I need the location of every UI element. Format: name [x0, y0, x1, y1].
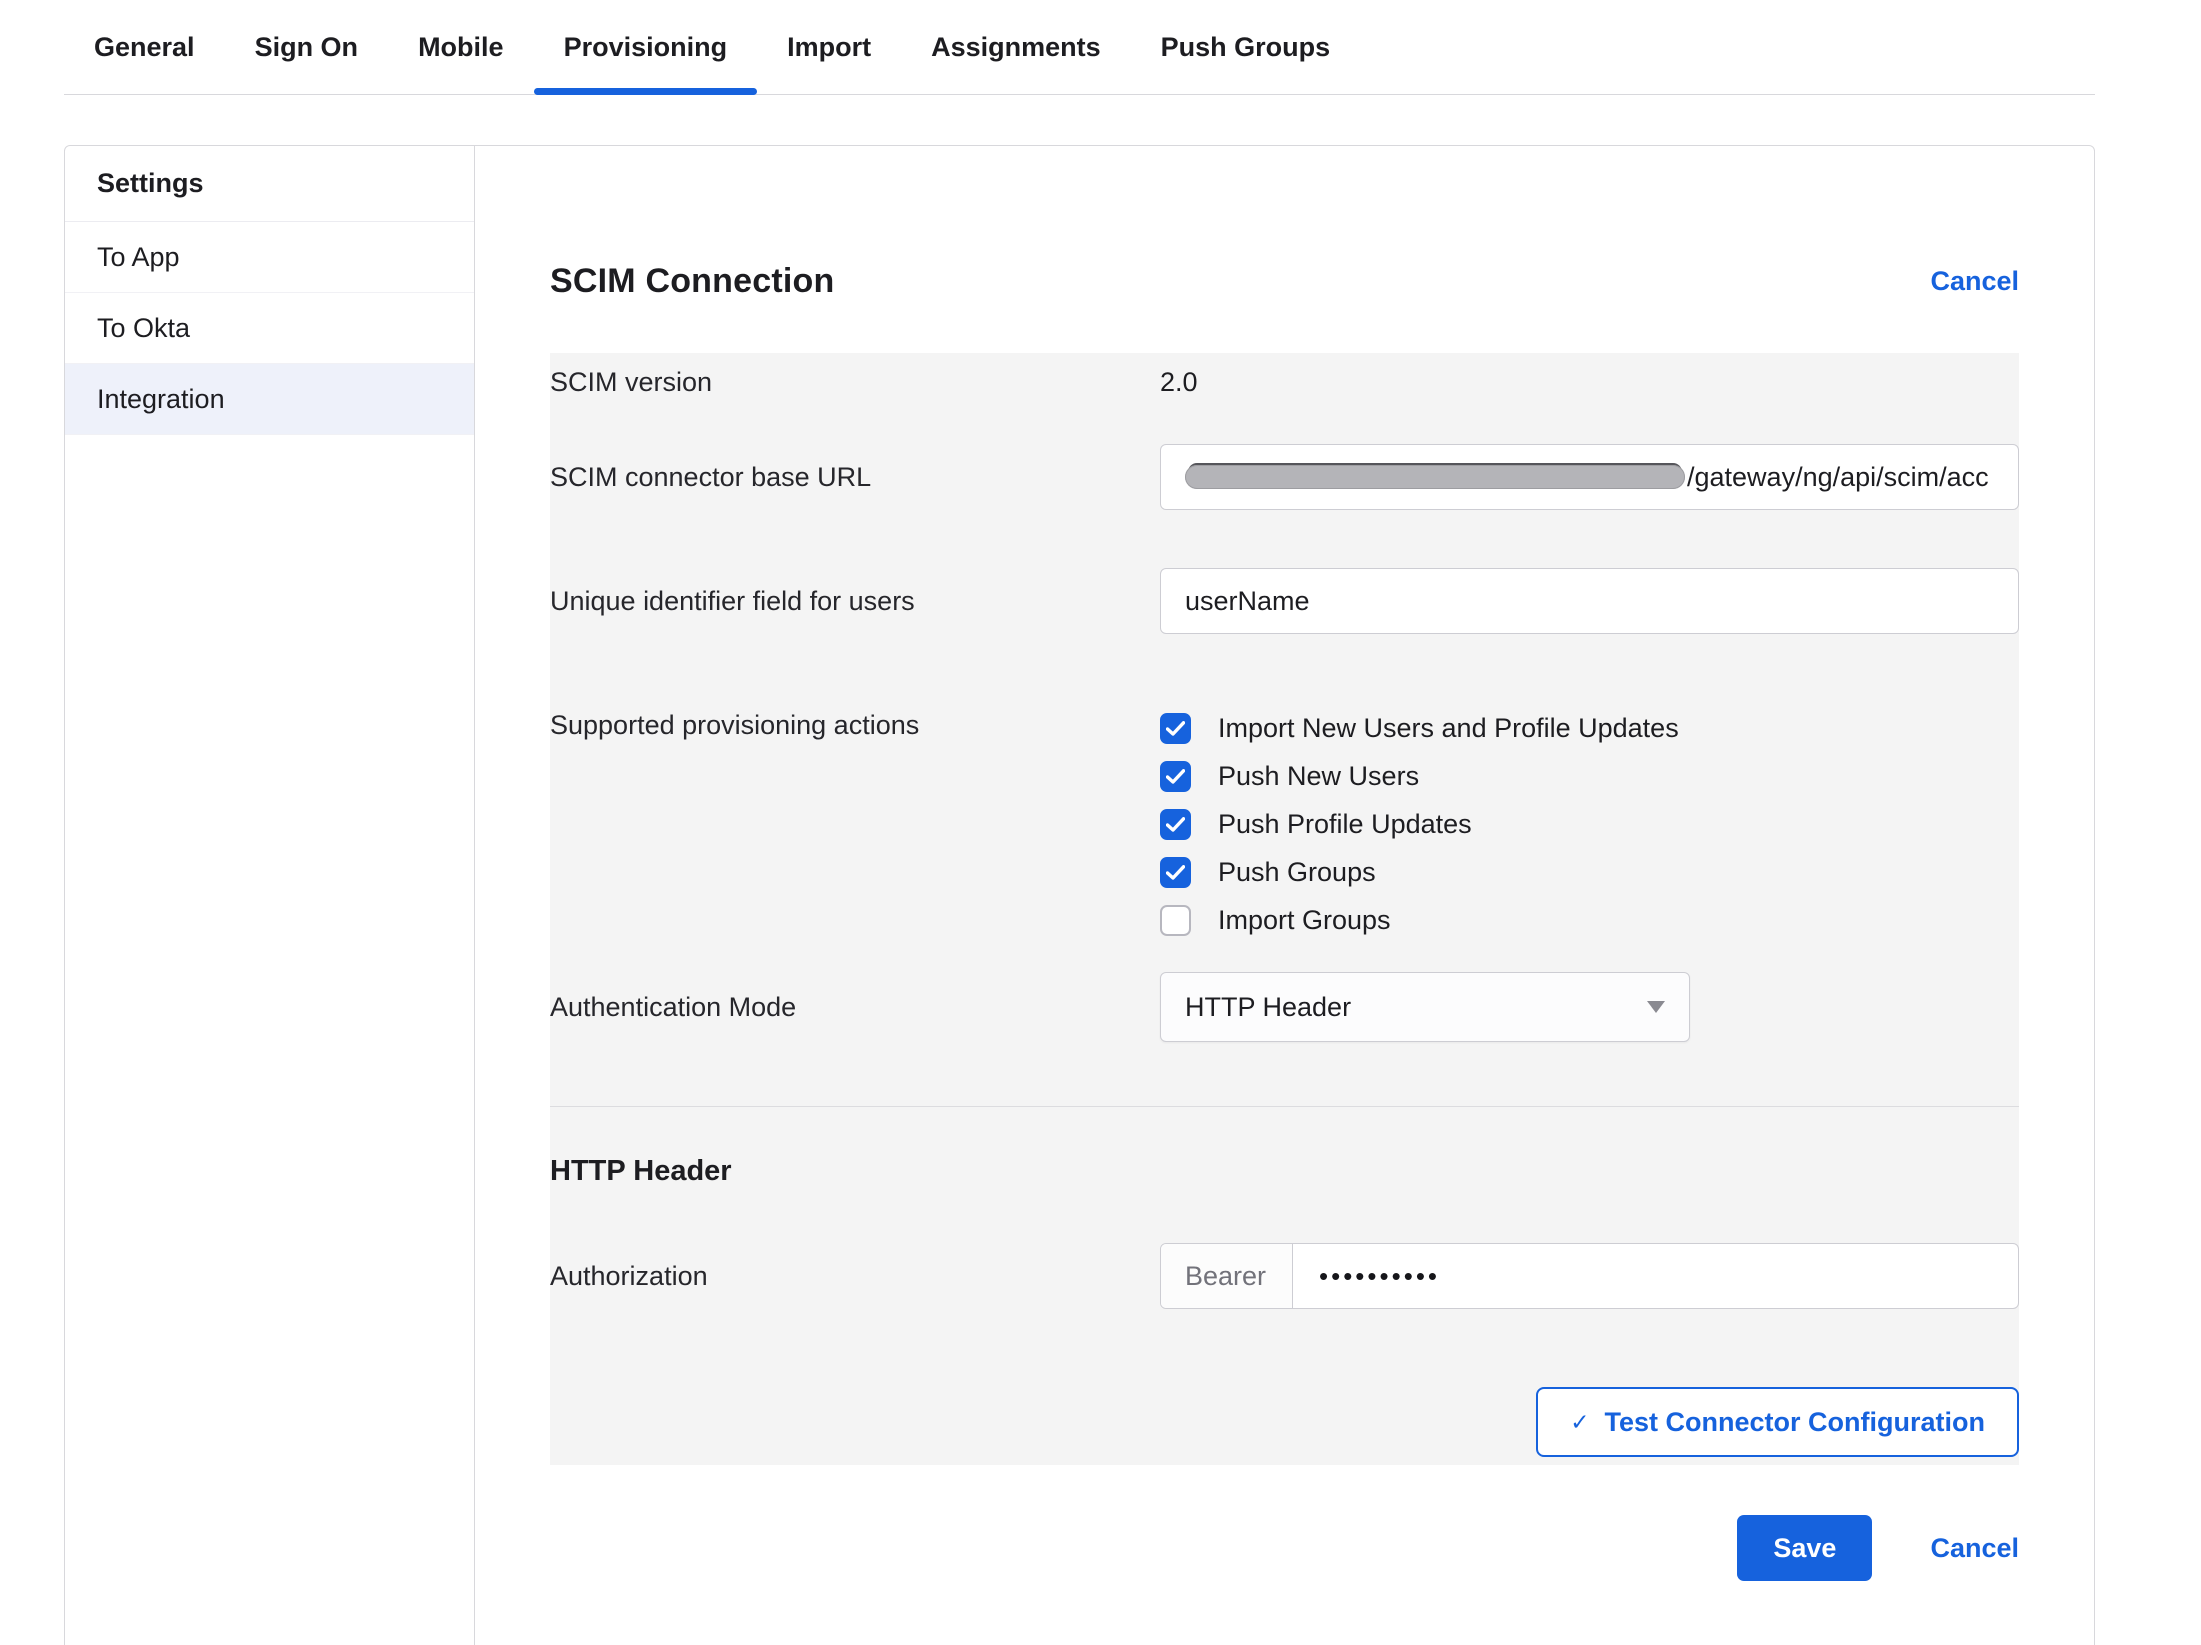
action-push-profile-updates-label: Push Profile Updates	[1218, 809, 1472, 840]
authentication-mode-select[interactable]: HTTP Header	[1160, 972, 1690, 1042]
checkbox-checked-icon[interactable]	[1160, 809, 1191, 840]
tab-sign-on-label: Sign On	[255, 32, 359, 63]
authorization-input-group: Bearer ••••••••••	[1160, 1243, 2019, 1309]
tab-provisioning[interactable]: Provisioning	[534, 0, 758, 94]
action-push-new-users-label: Push New Users	[1218, 761, 1419, 792]
redaction-bar	[1185, 465, 1685, 489]
authorization-row: Authorization Bearer ••••••••••	[550, 1243, 2019, 1309]
main-header: SCIM Connection Cancel	[550, 262, 2019, 301]
tab-assignments[interactable]: Assignments	[901, 0, 1131, 94]
scim-connection-main: SCIM Connection Cancel SCIM version 2.0 …	[475, 146, 2094, 1645]
tab-mobile[interactable]: Mobile	[388, 0, 534, 94]
settings-sidebar: Settings To App To Okta Integration	[65, 146, 475, 1645]
action-push-groups[interactable]: Push Groups	[1160, 848, 1679, 896]
header-cancel-link[interactable]: Cancel	[1930, 266, 2019, 297]
action-import-groups[interactable]: Import Groups	[1160, 896, 1679, 944]
sidebar-item-to-okta[interactable]: To Okta	[65, 293, 474, 364]
sidebar-item-to-okta-label: To Okta	[97, 313, 190, 344]
tab-mobile-label: Mobile	[418, 32, 504, 63]
scim-version-value: 2.0	[1160, 367, 1198, 398]
sidebar-item-to-app[interactable]: To App	[65, 222, 474, 293]
sidebar-item-to-app-label: To App	[97, 242, 180, 273]
sidebar-item-integration-label: Integration	[97, 384, 225, 415]
tab-general[interactable]: General	[64, 0, 225, 94]
sidebar-item-integration[interactable]: Integration	[65, 364, 474, 435]
authorization-prefix: Bearer	[1161, 1244, 1293, 1308]
page-title: SCIM Connection	[550, 262, 834, 301]
unique-identifier-row: Unique identifier field for users userNa…	[550, 568, 2019, 634]
tab-import[interactable]: Import	[757, 0, 901, 94]
base-url-input[interactable]: /gateway/ng/api/scim/acc	[1160, 444, 2019, 510]
action-push-profile-updates[interactable]: Push Profile Updates	[1160, 800, 1679, 848]
http-header-section-title: HTTP Header	[550, 1155, 2019, 1188]
checkbox-checked-icon[interactable]	[1160, 761, 1191, 792]
app-tab-bar: General Sign On Mobile Provisioning Impo…	[64, 0, 2095, 95]
authentication-mode-row: Authentication Mode HTTP Header	[550, 972, 2019, 1042]
base-url-row: SCIM connector base URL /gateway/ng/api/…	[550, 444, 2019, 510]
test-connector-configuration-label: Test Connector Configuration	[1605, 1407, 1985, 1438]
chevron-down-icon	[1647, 1001, 1665, 1013]
scim-settings-panel: SCIM version 2.0 SCIM connector base URL…	[550, 353, 2019, 1465]
tab-push-groups-label: Push Groups	[1161, 32, 1331, 63]
footer-cancel-link[interactable]: Cancel	[1930, 1533, 2019, 1564]
tab-import-label: Import	[787, 32, 871, 63]
authorization-label: Authorization	[550, 1261, 1160, 1292]
checkbox-checked-icon[interactable]	[1160, 857, 1191, 888]
tab-provisioning-label: Provisioning	[564, 32, 728, 63]
checkbox-unchecked-icon[interactable]	[1160, 905, 1191, 936]
authentication-mode-value: HTTP Header	[1185, 992, 1351, 1023]
sidebar-title: Settings	[65, 146, 474, 222]
form-footer: Save Cancel	[550, 1515, 2019, 1581]
test-connector-configuration-button[interactable]: ✓ Test Connector Configuration	[1536, 1387, 2019, 1457]
base-url-label: SCIM connector base URL	[550, 462, 1160, 493]
tab-push-groups[interactable]: Push Groups	[1131, 0, 1361, 94]
check-icon: ✓	[1570, 1409, 1589, 1436]
action-import-new-users-label: Import New Users and Profile Updates	[1218, 713, 1679, 744]
unique-identifier-value: userName	[1185, 586, 1310, 617]
section-divider	[550, 1106, 2019, 1107]
save-button[interactable]: Save	[1737, 1515, 1872, 1581]
base-url-visible-suffix: /gateway/ng/api/scim/acc	[1687, 462, 1989, 493]
unique-identifier-input[interactable]: userName	[1160, 568, 2019, 634]
unique-identifier-label: Unique identifier field for users	[550, 586, 1160, 617]
tab-general-label: General	[94, 32, 195, 63]
provisioning-card: Settings To App To Okta Integration SCIM…	[64, 145, 2095, 1645]
action-push-groups-label: Push Groups	[1218, 857, 1376, 888]
provisioning-actions-group: Import New Users and Profile Updates Pus…	[1160, 704, 1679, 944]
test-connector-row: ✓ Test Connector Configuration	[550, 1387, 2019, 1457]
provisioning-actions-label: Supported provisioning actions	[550, 704, 1160, 741]
tab-assignments-label: Assignments	[931, 32, 1101, 63]
action-push-new-users[interactable]: Push New Users	[1160, 752, 1679, 800]
action-import-groups-label: Import Groups	[1218, 905, 1391, 936]
authorization-token-input[interactable]: ••••••••••	[1293, 1244, 1440, 1308]
scim-version-label: SCIM version	[550, 367, 1160, 398]
authentication-mode-label: Authentication Mode	[550, 992, 1160, 1023]
checkbox-checked-icon[interactable]	[1160, 713, 1191, 744]
action-import-new-users[interactable]: Import New Users and Profile Updates	[1160, 704, 1679, 752]
scim-version-row: SCIM version 2.0	[550, 367, 2019, 398]
provisioning-actions-row: Supported provisioning actions Import Ne…	[550, 704, 2019, 944]
tab-sign-on[interactable]: Sign On	[225, 0, 389, 94]
